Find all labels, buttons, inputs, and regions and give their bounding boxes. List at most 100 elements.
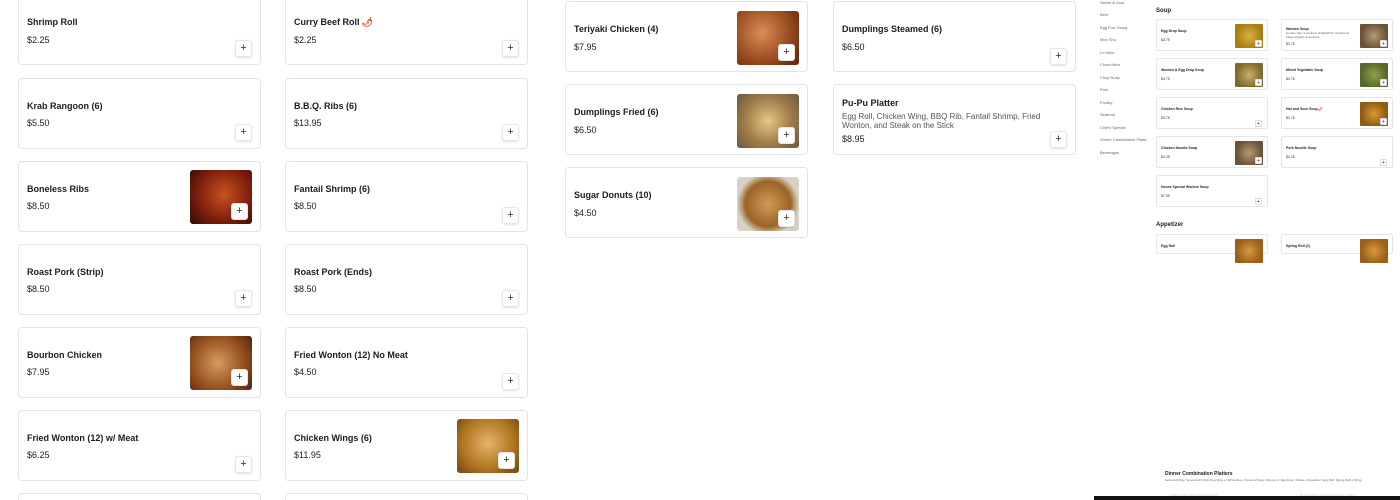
item-price: $8.50 xyxy=(27,201,50,211)
mini-menu-item[interactable]: Hot and Sour Soup🌶 $3.75 + xyxy=(1281,97,1393,129)
add-item-button[interactable]: + xyxy=(1255,198,1262,205)
menu-item-card[interactable]: Curry Beef Roll 🌶 $2.25 + xyxy=(285,0,528,65)
nav-item[interactable]: Moo Shu xyxy=(1100,37,1116,42)
menu-item-card[interactable]: Fried Wonton (12) w/ Meat $6.25 + xyxy=(18,410,261,481)
nav-item[interactable]: Pork xyxy=(1100,87,1108,92)
add-item-button[interactable]: + xyxy=(1255,157,1262,164)
add-item-button[interactable]: + xyxy=(778,127,795,144)
nav-item[interactable]: Beef xyxy=(1100,12,1108,17)
item-price: $3.75 xyxy=(1286,42,1295,46)
add-item-button[interactable]: + xyxy=(1380,159,1387,166)
nav-item[interactable]: Sweet & Sour xyxy=(1100,0,1124,5)
item-price: $3.75 xyxy=(1161,38,1170,42)
add-item-button[interactable]: + xyxy=(502,124,519,141)
item-name: Dumplings Fried (6) xyxy=(574,107,659,117)
item-name: Egg Roll xyxy=(1161,244,1176,248)
mini-menu-item[interactable]: House Special Wonton Soup $7.95 + xyxy=(1156,175,1268,207)
mini-menu-item[interactable]: Wonton Soup Combo size: 2 wontons Small … xyxy=(1281,19,1393,51)
add-item-button[interactable]: + xyxy=(1380,40,1387,47)
item-name: Dumplings Steamed (6) xyxy=(842,24,943,34)
nav-item[interactable]: Beverages xyxy=(1100,150,1119,155)
mini-menu-item[interactable]: Wonton & Egg Drop Soup $3.75 + xyxy=(1156,58,1268,90)
nav-item[interactable]: Dinner Combination Platts xyxy=(1100,137,1146,142)
menu-item-card[interactable]: Teriyaki Chicken (4) $7.95 + xyxy=(565,1,808,72)
item-price: $4.25 xyxy=(1161,155,1170,159)
item-description: Combo size: 2 wontons Small (Pint): 3 wo… xyxy=(1286,31,1349,39)
mini-menu-item[interactable]: Egg Roll xyxy=(1156,234,1268,263)
add-item-button[interactable]: + xyxy=(231,203,248,220)
menu-item-card[interactable]: Fantail Shrimp (6) $8.50 + xyxy=(285,161,528,232)
nav-item[interactable]: Chef's Special xyxy=(1100,125,1125,130)
add-item-button[interactable]: + xyxy=(235,456,252,473)
add-item-button[interactable]: + xyxy=(231,369,248,386)
menu-item-card[interactable]: Dumplings Fried (6) $6.50 + xyxy=(565,84,808,155)
nav-item[interactable]: Lo Mein xyxy=(1100,50,1114,55)
menu-item-card[interactable]: Chicken Wings (6) $11.95 + xyxy=(285,410,528,481)
add-item-button[interactable]: + xyxy=(1050,131,1067,148)
menu-item-card[interactable]: Shrimp Roll $2.25 + xyxy=(18,0,261,65)
menu-item-card[interactable]: Krab Rangoon (6) $5.50 + xyxy=(18,78,261,149)
add-item-button[interactable]: + xyxy=(778,210,795,227)
add-item-button[interactable]: + xyxy=(1255,120,1262,127)
add-item-button[interactable]: + xyxy=(1050,48,1067,65)
item-name: Chicken Noodle Soup xyxy=(1161,146,1198,150)
add-item-button[interactable]: + xyxy=(235,124,252,141)
menu-item-card[interactable]: Bourbon Chicken $7.95 + xyxy=(18,327,261,398)
mini-menu-item[interactable]: Spring Roll (2) xyxy=(1281,234,1393,263)
bottom-bar xyxy=(1094,496,1400,500)
add-item-button[interactable]: + xyxy=(498,452,515,469)
item-name: Bourbon Chicken xyxy=(27,350,103,360)
menu-item-card[interactable]: Roast Pork (Strip) $8.50 + xyxy=(18,244,261,315)
item-price: $11.95 xyxy=(294,450,321,460)
item-name: Fried Wonton (12) No Meat xyxy=(294,350,408,360)
item-price: $3.75 xyxy=(1161,77,1170,81)
menu-item-card[interactable]: Boneless Ribs $8.50 + xyxy=(18,161,261,232)
mini-menu-item[interactable]: Egg Drop Soup $3.75 + xyxy=(1156,19,1268,51)
item-price: $4.50 xyxy=(574,208,597,218)
menu-item-card[interactable] xyxy=(285,493,528,500)
spicy-icon: 🌶 xyxy=(361,17,373,27)
add-item-button[interactable]: + xyxy=(235,290,252,307)
menu-item-card[interactable] xyxy=(18,493,261,500)
menu-item-card[interactable]: Pu-Pu Platter Egg Roll, Chicken Wing, BB… xyxy=(833,84,1076,155)
item-description: Egg Roll, Chicken Wing, BBQ Rib, Fantail… xyxy=(842,112,1041,130)
mini-menu-item[interactable]: Pork Noodle Soup $4.25 + xyxy=(1281,136,1393,168)
section-heading-appetizer: Appetizer xyxy=(1156,222,1184,228)
item-name: Spring Roll (2) xyxy=(1286,244,1310,248)
nav-item[interactable]: Seafood xyxy=(1100,112,1115,117)
menu-item-card[interactable]: Sugar Donuts (10) $4.50 + xyxy=(565,167,808,238)
item-price: $3.75 xyxy=(1286,77,1295,81)
item-name: Pork Noodle Soup xyxy=(1286,146,1317,150)
item-price: $7.95 xyxy=(1161,194,1170,198)
nav-item[interactable]: Poultry xyxy=(1100,100,1112,105)
add-item-button[interactable]: + xyxy=(502,207,519,224)
add-item-button[interactable]: + xyxy=(1380,79,1387,86)
nav-item[interactable]: Egg Foo Young xyxy=(1100,25,1127,30)
item-name: Curry Beef Roll 🌶 xyxy=(294,17,373,28)
add-item-button[interactable]: + xyxy=(502,373,519,390)
add-item-button[interactable]: + xyxy=(1255,40,1262,47)
menu-item-card[interactable]: Dumplings Steamed (6) $6.50 + xyxy=(833,1,1076,72)
add-item-button[interactable]: + xyxy=(1380,118,1387,125)
add-item-button[interactable]: + xyxy=(1255,79,1262,86)
add-item-button[interactable]: + xyxy=(502,290,519,307)
menu-item-card[interactable]: B.B.Q. Ribs (6) $13.95 + xyxy=(285,78,528,149)
nav-item[interactable]: Chow Mein xyxy=(1100,62,1120,67)
item-name: Roast Pork (Ends) xyxy=(294,267,373,277)
menu-item-card[interactable]: Fried Wonton (12) No Meat $4.50 + xyxy=(285,327,528,398)
add-item-button[interactable]: + xyxy=(778,44,795,61)
item-price: $5.50 xyxy=(27,118,50,128)
add-item-button[interactable]: + xyxy=(235,40,252,57)
add-item-button[interactable]: + xyxy=(502,40,519,57)
item-price: $3.75 xyxy=(1161,116,1170,120)
nav-item[interactable]: Chop Suey xyxy=(1100,75,1120,80)
item-price: $7.95 xyxy=(27,367,50,377)
item-name: Fried Wonton (12) w/ Meat xyxy=(27,433,139,443)
mini-menu-item[interactable]: Chicken Noodle Soup $4.25 + xyxy=(1156,136,1268,168)
menu-item-card[interactable]: Roast Pork (Ends) $8.50 + xyxy=(285,244,528,315)
mini-menu-item[interactable]: Chicken Rice Soup $3.75 + xyxy=(1156,97,1268,129)
item-name: Teriyaki Chicken (4) xyxy=(574,24,659,34)
mini-menu-item[interactable]: Mixed Vegetable Soup $3.75 + xyxy=(1281,58,1393,90)
item-name: Krab Rangoon (6) xyxy=(27,101,103,111)
item-name: Wonton & Egg Drop Soup xyxy=(1161,68,1204,72)
